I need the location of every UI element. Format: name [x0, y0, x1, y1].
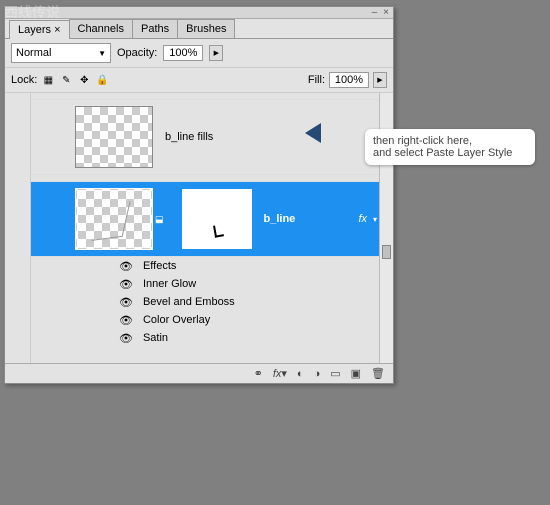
effect-label: Color Overlay	[143, 314, 210, 326]
tab-brushes[interactable]: Brushes	[177, 19, 235, 38]
tab-channels[interactable]: Channels	[69, 19, 133, 38]
adjustment-layer-icon[interactable]: ◑	[314, 368, 321, 380]
new-layer-icon[interactable]: ▣	[351, 367, 361, 380]
annotation-callout: then right-click here, and select Paste …	[365, 129, 535, 165]
blend-opacity-row: Normal ▼ Opacity: 100% ▶	[5, 39, 393, 68]
fill-value[interactable]: 100%	[329, 72, 369, 88]
opacity-flyout-button[interactable]: ▶	[209, 45, 223, 61]
lock-move-icon[interactable]: ✥	[77, 73, 91, 87]
effects-label: Effects	[143, 260, 176, 272]
layers-area: 👁 b_line fills 👁 ⬓ b_line fx ▾ 👁 Effects	[5, 93, 393, 363]
delete-layer-icon[interactable]: 🗑	[371, 367, 385, 380]
callout-line2: and select Paste Layer Style	[373, 147, 527, 159]
visibility-eye-icon[interactable]: 👁	[119, 278, 133, 291]
effect-label: Bevel and Emboss	[143, 296, 235, 308]
fill-flyout-button[interactable]: ▶	[373, 72, 387, 88]
watermark: 西线传说	[0, 0, 64, 24]
minimize-button[interactable]: –	[372, 7, 378, 18]
lock-brush-icon[interactable]: ✎	[59, 73, 73, 87]
effect-label: Satin	[143, 332, 168, 344]
tab-paths[interactable]: Paths	[132, 19, 178, 38]
new-group-icon[interactable]: ▭	[330, 367, 340, 380]
lock-icons: ▦ ✎ ✥ 🔒	[41, 73, 109, 87]
effect-row[interactable]: 👁 Satin	[31, 329, 379, 347]
blend-mode-value: Normal	[16, 47, 51, 59]
blend-mode-dropdown[interactable]: Normal ▼	[11, 43, 111, 63]
lock-label: Lock:	[11, 74, 37, 86]
effect-label: Inner Glow	[143, 278, 196, 290]
lock-fill-row: Lock: ▦ ✎ ✥ 🔒 Fill: 100% ▶	[5, 68, 393, 93]
fx-indicator[interactable]: fx	[358, 213, 367, 225]
layer-thumbnail[interactable]	[75, 106, 153, 168]
effect-row[interactable]: 👁 Bevel and Emboss	[31, 293, 379, 311]
link-layers-icon[interactable]: ⚭	[254, 367, 263, 380]
effect-row[interactable]: 👁 Inner Glow	[31, 275, 379, 293]
visibility-eye-icon[interactable]: 👁	[119, 260, 133, 273]
fill-label: Fill:	[308, 74, 325, 86]
lock-all-icon[interactable]: 🔒	[95, 73, 109, 87]
layer-row-selected[interactable]: 👁 ⬓ b_line fx ▾	[31, 181, 379, 257]
visibility-eye-icon[interactable]: 👁	[119, 314, 133, 327]
layer-row[interactable]: 👁 b_line fills	[31, 99, 379, 175]
opacity-value[interactable]: 100%	[163, 45, 203, 61]
layers-panel: – × Layers × Channels Paths Brushes Norm…	[4, 6, 394, 384]
layer-name-label[interactable]: b_line	[264, 213, 296, 225]
effect-row[interactable]: 👁 Color Overlay	[31, 311, 379, 329]
layer-name-label[interactable]: b_line fills	[165, 131, 213, 143]
add-mask-icon[interactable]: ◐	[297, 368, 304, 380]
fx-collapse-icon[interactable]: ▾	[373, 215, 377, 224]
opacity-label: Opacity:	[117, 47, 157, 59]
callout-line1: then right-click here,	[373, 135, 527, 147]
lock-transparency-icon[interactable]: ▦	[41, 73, 55, 87]
visibility-eye-icon[interactable]: 👁	[119, 296, 133, 309]
add-style-icon[interactable]: fx▾	[273, 367, 287, 380]
visibility-eye-icon[interactable]: 👁	[119, 332, 133, 345]
close-button[interactable]: ×	[383, 7, 389, 18]
layer-list: 👁 b_line fills 👁 ⬓ b_line fx ▾ 👁 Effects	[31, 93, 379, 363]
layer-thumbnail[interactable]	[75, 188, 153, 250]
visibility-column	[5, 93, 31, 363]
layer-mask-thumbnail[interactable]	[182, 189, 252, 249]
link-icon[interactable]: ⬓	[155, 214, 164, 225]
scroll-thumb[interactable]	[382, 245, 391, 259]
chevron-down-icon: ▼	[98, 49, 106, 58]
effects-header-row[interactable]: 👁 Effects	[31, 257, 379, 275]
panel-footer: ⚭ fx▾ ◐ ◑ ▭ ▣ 🗑	[5, 363, 393, 383]
